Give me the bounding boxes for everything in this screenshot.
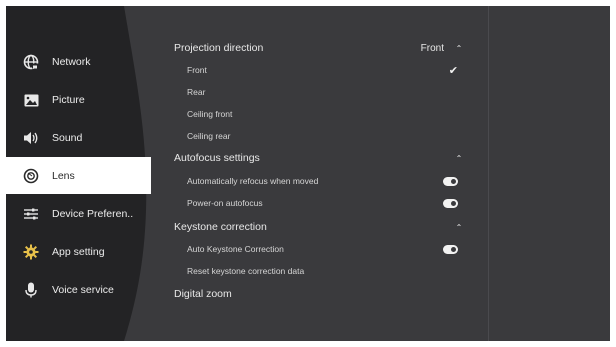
sidebar-item-lens[interactable]: Lens [6,157,151,194]
sidebar-item-label: Lens [52,169,75,182]
sidebar-item-label: Picture [52,94,85,106]
picture-icon [16,94,46,107]
chevron-up-icon: ⌃ [455,153,463,163]
option-label: Front [187,65,207,75]
sidebar-item-label: Network [52,56,91,68]
sound-icon [16,131,46,145]
sidebar: Network Picture Sound Lens Device Prefer [6,6,151,341]
globe-icon [16,54,46,70]
sliders-icon [16,207,46,221]
option-label: Ceiling rear [187,131,231,141]
sidebar-item-label: Device Preferen.. [52,208,134,220]
section-title: Digital zoom [174,288,232,300]
option-auto-keystone[interactable]: Auto Keystone Correction [174,242,464,256]
auto-keystone-toggle[interactable] [443,244,458,254]
section-title: Projection direction [174,42,264,54]
option-label: Rear [187,87,206,97]
power-on-autofocus-toggle[interactable] [443,198,458,208]
sidebar-item-label: Voice service [52,284,114,296]
option-label: Power-on autofocus [187,198,263,208]
option-ceiling-front[interactable]: Ceiling front [174,107,464,121]
microphone-icon [16,282,46,298]
sidebar-item-app-setting[interactable]: App setting [6,233,140,271]
digital-zoom-header[interactable]: Digital zoom [174,286,464,302]
sidebar-item-voice-service[interactable]: Voice service [6,271,136,309]
gear-icon [16,244,46,260]
option-front[interactable]: Front ✔ [174,63,464,77]
projection-direction-value: Front [420,42,444,54]
auto-refocus-toggle[interactable] [443,176,458,186]
option-auto-refocus[interactable]: Automatically refocus when moved [174,174,464,188]
option-rear[interactable]: Rear [174,85,464,99]
section-title: Keystone correction [174,221,267,233]
autofocus-settings-header[interactable]: Autofocus settings ⌃ [174,150,464,166]
chevron-up-icon: ⌃ [455,43,463,53]
sidebar-item-label: App setting [52,246,105,258]
option-label: Reset keystone correction data [187,266,305,276]
option-label: Auto Keystone Correction [187,244,284,254]
lens-settings-screen: Network Picture Sound Lens Device Prefer [6,6,610,341]
option-label: Automatically refocus when moved [187,176,319,186]
option-power-on-autofocus[interactable]: Power-on autofocus [174,196,464,210]
sidebar-item-network[interactable]: Network [6,43,131,81]
option-label: Ceiling front [187,109,233,119]
option-ceiling-rear[interactable]: Ceiling rear [174,129,464,143]
sidebar-item-sound[interactable]: Sound [6,119,140,157]
chevron-up-icon: ⌃ [455,222,463,232]
sidebar-item-device-preferences[interactable]: Device Preferen.. [6,195,146,233]
keystone-correction-header[interactable]: Keystone correction ⌃ [174,219,464,235]
projection-direction-header[interactable]: Projection direction Front ⌃ [174,40,464,56]
sidebar-item-picture[interactable]: Picture [6,81,136,119]
sidebar-item-label: Sound [52,132,83,144]
check-icon: ✔ [448,64,458,77]
lens-icon [16,168,46,184]
option-reset-keystone[interactable]: Reset keystone correction data [174,264,464,278]
section-title: Autofocus settings [174,152,260,164]
panel-divider [488,6,489,341]
